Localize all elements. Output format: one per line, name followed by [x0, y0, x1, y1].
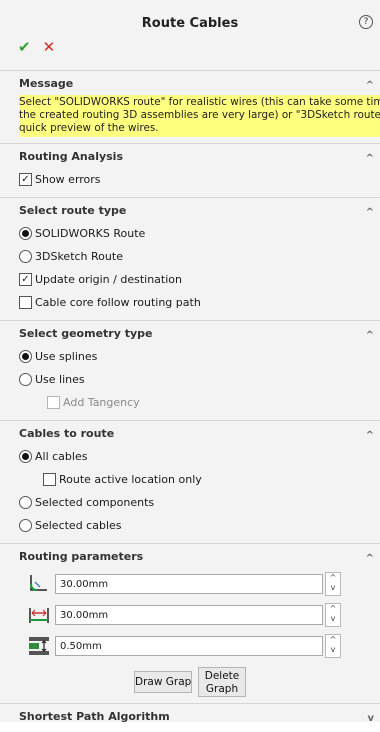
geometry-type-header[interactable]: Select geometry type ^ [0, 321, 380, 345]
use-lines-label: Use lines [35, 373, 85, 387]
use-splines-radio[interactable]: Use splines [0, 345, 380, 368]
draw-graph-button[interactable]: Draw Graph [134, 671, 192, 694]
ok-cancel-bar: ✔ ✕ [18, 38, 55, 56]
delete-graph-label-1: Delete [204, 670, 240, 683]
route-type-section: Select route type ^ SOLIDWORKS Route 3DS… [0, 197, 380, 320]
radio-selected-icon[interactable] [19, 227, 32, 241]
checkbox-icon[interactable] [43, 473, 56, 487]
selected-cables-label: Selected cables [35, 519, 122, 533]
delete-graph-button[interactable]: Delete Graph [198, 667, 246, 698]
show-errors-label: Show errors [35, 173, 101, 187]
update-origin-label: Update origin / destination [35, 273, 182, 287]
chevron-up-icon[interactable]: ^ [366, 73, 374, 99]
radio-icon[interactable] [19, 250, 32, 264]
route-type-header[interactable]: Select route type ^ [0, 198, 380, 222]
chevron-up-icon[interactable]: ^ [366, 146, 374, 172]
param-2-input[interactable]: 30.00mm [55, 604, 323, 625]
cable-core-follow-label: Cable core follow routing path [35, 296, 201, 310]
tolerance-icon [29, 636, 49, 655]
chevron-up-icon[interactable]: ^ [366, 323, 374, 349]
message-section: Message ^ Select "SOLIDWORKS route" for … [0, 70, 380, 143]
update-origin-checkbox[interactable]: ✓ Update origin / destination [0, 268, 380, 291]
shortest-path-label: Shortest Path Algorithm [19, 710, 170, 724]
radio-selected-icon[interactable] [19, 350, 32, 364]
add-tangency-label: Add Tangency [63, 396, 140, 410]
message-text: Select "SOLIDWORKS route" for realistic … [19, 95, 380, 138]
param-row-1: 30.00mm ^ v [0, 568, 380, 599]
cable-core-follow-checkbox[interactable]: Cable core follow routing path [0, 291, 380, 314]
panel-header: Route Cables ? ✔ ✕ [0, 0, 380, 56]
all-cables-label: All cables [35, 450, 88, 464]
geometry-type-section: Select geometry type ^ Use splines Use l… [0, 320, 380, 420]
message-line-3: quick preview of the wires. [19, 121, 159, 134]
use-splines-label: Use splines [35, 350, 98, 364]
delete-graph-label-2: Graph [205, 683, 239, 696]
shortest-path-header[interactable]: Shortest Path Algorithm v [0, 704, 380, 728]
route-type-label: Select route type [19, 204, 127, 218]
route-active-location-label: Route active location only [59, 473, 202, 487]
help-icon[interactable]: ? [359, 15, 373, 29]
radio-icon[interactable] [19, 519, 32, 533]
spin-arrows-icon[interactable]: ^ v [325, 602, 341, 627]
selected-components-radio[interactable]: Selected components [0, 491, 380, 514]
message-line-2: the created routing 3D assemblies are ve… [19, 108, 380, 121]
selected-components-label: Selected components [35, 496, 155, 510]
solidworks-route-label: SOLIDWORKS Route [35, 227, 146, 241]
chevron-up-icon[interactable]: ^ [366, 200, 374, 226]
chevron-down-icon[interactable]: v [367, 706, 374, 732]
checkbox-icon[interactable]: ✓ [19, 273, 32, 287]
route-cables-panel: Route Cables ? ✔ ✕ Message ^ Select "SOLI… [0, 0, 380, 724]
panel-title: Route Cables [141, 16, 239, 31]
param-3-input[interactable]: 0.50mm [55, 635, 323, 656]
param-row-3: 0.50mm ^ v [0, 630, 380, 661]
show-errors-checkbox[interactable]: ✓ Show errors [0, 168, 380, 191]
spin-arrows-icon[interactable]: ^ v [325, 571, 341, 596]
check-icon[interactable]: ✔ [18, 38, 31, 56]
cables-to-route-header[interactable]: Cables to route ^ [0, 421, 380, 445]
message-header[interactable]: Message ^ [0, 71, 380, 95]
geometry-type-label: Select geometry type [19, 327, 153, 341]
routing-parameters-section: Routing parameters ^ 30.00mm ^ v 30.00mm … [0, 543, 380, 703]
radio-icon[interactable] [19, 373, 32, 387]
route-active-location-checkbox[interactable]: Route active location only [0, 468, 380, 491]
radio-selected-icon[interactable] [19, 450, 32, 464]
routing-analysis-label: Routing Analysis [19, 150, 123, 164]
x-icon[interactable]: ✕ [43, 38, 56, 56]
all-cables-radio[interactable]: All cables [0, 445, 380, 468]
use-lines-radio[interactable]: Use lines [0, 368, 380, 391]
shortest-path-section: Shortest Path Algorithm v [0, 703, 380, 728]
3dsketch-route-radio[interactable]: 3DSketch Route [0, 245, 380, 268]
routing-analysis-header[interactable]: Routing Analysis ^ [0, 144, 380, 168]
routing-analysis-section: Routing Analysis ^ ✓ Show errors [0, 143, 380, 197]
chevron-up-icon[interactable]: ^ [366, 423, 374, 449]
3dsketch-route-label: 3DSketch Route [35, 250, 123, 264]
cables-to-route-label: Cables to route [19, 427, 115, 441]
graph-buttons: Draw Graph Delete Graph [0, 661, 380, 698]
cables-to-route-section: Cables to route ^ All cables Route activ… [0, 420, 380, 543]
bend-radius-icon [30, 574, 47, 591]
add-tangency-checkbox[interactable]: Add Tangency [0, 391, 380, 414]
param-row-2: 30.00mm ^ v [0, 599, 380, 630]
message-line-1: Select "SOLIDWORKS route" for realistic … [19, 96, 380, 108]
checkbox-icon[interactable]: ✓ [19, 173, 32, 187]
routing-parameters-label: Routing parameters [19, 550, 144, 564]
distance-icon [29, 607, 49, 623]
selected-cables-radio[interactable]: Selected cables [0, 514, 380, 537]
checkbox-icon[interactable] [47, 396, 60, 410]
message-header-label: Message [19, 77, 74, 90]
radio-icon[interactable] [19, 496, 32, 510]
solidworks-route-radio[interactable]: SOLIDWORKS Route [0, 222, 380, 245]
param-1-input[interactable]: 30.00mm [55, 573, 323, 594]
routing-parameters-header[interactable]: Routing parameters ^ [0, 544, 380, 568]
spin-arrows-icon[interactable]: ^ v [325, 633, 341, 658]
checkbox-icon[interactable] [19, 296, 32, 310]
